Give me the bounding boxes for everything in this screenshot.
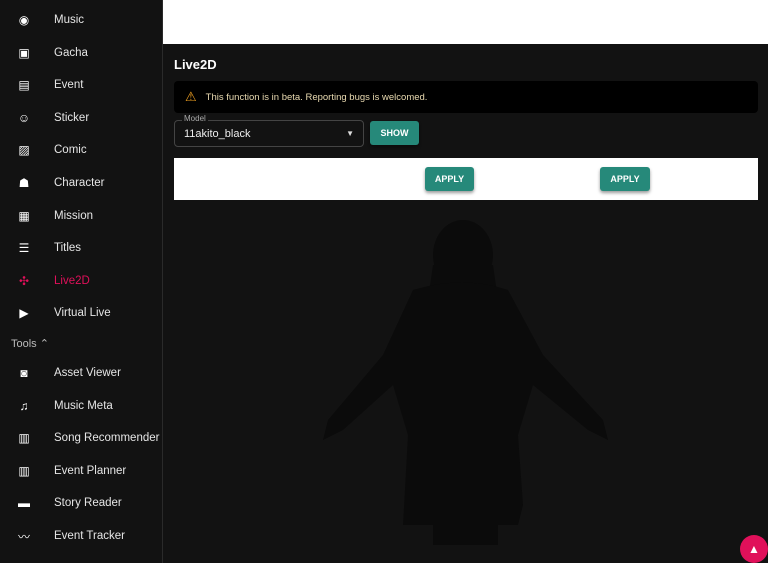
chevron-up-icon: ⌃ <box>39 338 49 350</box>
sidebar-item-story-reader[interactable]: ▬ Story Reader <box>0 487 162 519</box>
apply-button-2[interactable]: APPLY <box>600 167 650 191</box>
sidebar-item-label: Asset Viewer <box>54 367 121 379</box>
calculator-icon: ▥ <box>18 463 30 478</box>
sidebar-item-music-meta[interactable]: ♫ Music Meta <box>0 390 162 422</box>
people-icon: ☗ <box>18 176 30 190</box>
live2d-icon: ✣ <box>18 273 30 288</box>
chat-icon: ▬ <box>18 496 30 511</box>
sidebar-item-music[interactable]: ◉ Music <box>0 4 162 36</box>
sidebar-item-sticker[interactable]: ☺ Sticker <box>0 102 162 134</box>
warning-icon: ⚠ <box>185 89 197 104</box>
sidebar-item-comic[interactable]: ▨ Comic <box>0 134 162 166</box>
sidebar-item-event[interactable]: ▤ Event <box>0 69 162 101</box>
image-icon: ▨ <box>18 143 30 158</box>
sidebar-item-label: Virtual Live <box>54 307 111 320</box>
live-tv-icon: ▶ <box>19 306 29 321</box>
titles-icon: ☰ <box>18 241 30 256</box>
sidebar-item-label: Music Meta <box>54 399 113 412</box>
sidebar-item-titles[interactable]: ☰ Titles <box>0 232 162 264</box>
sidebar-item-label: Mission <box>54 209 93 222</box>
sidebar-item-asset-viewer[interactable]: ◙ Asset Viewer <box>0 357 162 389</box>
model-select[interactable]: Model 11akito_black ▼ <box>174 114 364 147</box>
sidebar-item-virtual-live[interactable]: ▶ Virtual Live <box>0 297 162 329</box>
show-button[interactable]: SHOW <box>370 121 419 145</box>
model-value: 11akito_black <box>184 128 251 140</box>
asset-search-icon: ◙ <box>20 366 28 380</box>
tools-label: Tools <box>11 338 37 350</box>
apply-button-1[interactable]: APPLY <box>425 167 474 191</box>
alert-message: This function is in beta. Reporting bugs… <box>205 91 428 103</box>
chevron-up-icon: ▲ <box>748 542 760 556</box>
scroll-to-top-button[interactable]: ▲ <box>740 535 768 563</box>
dropdown-arrow-icon: ▼ <box>346 129 354 138</box>
beta-alert: ⚠ This function is in beta. Reporting bu… <box>174 81 758 113</box>
sidebar-item-label: Event Planner <box>54 464 127 477</box>
gacha-icon: ▣ <box>18 45 30 60</box>
sticker-icon: ☺ <box>17 110 31 125</box>
sidebar-item-song-recommender[interactable]: ▥ Song Recommender <box>0 422 162 454</box>
sidebar-item-label: Live2D <box>54 274 90 287</box>
sidebar-item-label: Titles <box>54 242 82 255</box>
sidebar-item-label: Sticker <box>54 111 90 124</box>
sidebar-item-label: Song Recommender <box>54 432 160 445</box>
disc-icon: ◉ <box>18 13 30 27</box>
calendar-icon: ▤ <box>18 78 30 93</box>
sidebar-item-label: Music <box>54 14 85 26</box>
sidebar-item-live2d[interactable]: ✣ Live2D <box>0 265 162 297</box>
calculator-icon: ▥ <box>18 431 30 446</box>
sidebar-item-event-planner[interactable]: ▥ Event Planner <box>0 455 162 487</box>
page-title: Live2D <box>174 57 217 72</box>
music-list-icon: ♫ <box>19 398 29 413</box>
sidebar-item-label: Gacha <box>54 46 88 59</box>
live2d-canvas[interactable] <box>163 205 768 550</box>
sidebar-item-character[interactable]: ☗ Character <box>0 167 162 199</box>
sidebar-item-label: Event Tracker <box>54 530 125 542</box>
sidebar-item-label: Comic <box>54 144 87 157</box>
sidebar-item-gacha[interactable]: ▣ Gacha <box>0 37 162 69</box>
trend-icon: 〰 <box>17 529 30 544</box>
top-bar <box>163 0 768 44</box>
sidebar-item-label: Story Reader <box>54 497 122 510</box>
sidebar-item-event-tracker[interactable]: 〰 Event Tracker <box>0 520 162 552</box>
sidebar-item-label: Character <box>54 177 105 189</box>
character-silhouette <box>323 220 608 545</box>
tools-section-header[interactable]: Tools ⌃ <box>11 337 49 350</box>
sidebar-item-label: Event <box>54 79 84 92</box>
sidebar-item-mission[interactable]: ▦ Mission <box>0 200 162 232</box>
model-label: Model <box>182 114 208 123</box>
clipboard-icon: ▦ <box>18 208 30 223</box>
sidebar: ◉ Music ▣ Gacha ▤ Event ☺ Sticker ▨ Comic ☗ Charact… <box>0 0 163 563</box>
